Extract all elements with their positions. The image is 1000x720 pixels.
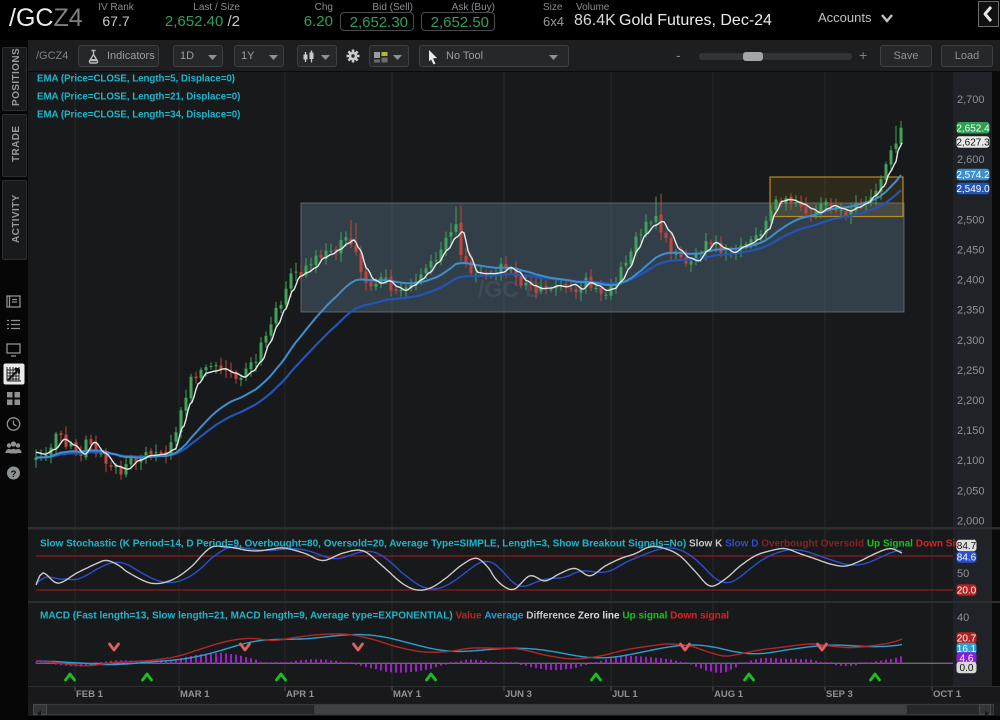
svg-text:2,652.4: 2,652.4 bbox=[956, 123, 990, 134]
svg-text:SEP 3: SEP 3 bbox=[826, 689, 853, 700]
svg-text:MAR 1: MAR 1 bbox=[180, 689, 210, 700]
svg-text:?: ? bbox=[11, 469, 17, 480]
svg-text:2,150: 2,150 bbox=[957, 425, 985, 437]
svg-text:2,050: 2,050 bbox=[957, 485, 985, 497]
svg-text:2,700: 2,700 bbox=[957, 94, 985, 106]
svg-text:2,250: 2,250 bbox=[957, 365, 985, 377]
svg-text:MACD (Fast length=13, Slow len: MACD (Fast length=13, Slow length=21, MA… bbox=[40, 611, 729, 622]
svg-text:2,000: 2,000 bbox=[957, 515, 985, 527]
svg-text:20.0: 20.0 bbox=[957, 586, 977, 597]
svg-text:2,600: 2,600 bbox=[957, 154, 985, 166]
svg-text:2,549.0: 2,549.0 bbox=[956, 184, 990, 195]
svg-text:EMA (Price=CLOSE, Length=5, Di: EMA (Price=CLOSE, Length=5, Displace=0) bbox=[37, 74, 235, 85]
svg-text:Slow Stochastic (K Period=14,: Slow Stochastic (K Period=14, D Period=9… bbox=[40, 539, 976, 550]
svg-text:APR 1: APR 1 bbox=[286, 689, 315, 700]
svg-text:2,500: 2,500 bbox=[957, 214, 985, 226]
svg-text:0.0: 0.0 bbox=[960, 663, 974, 674]
svg-text:2,450: 2,450 bbox=[957, 245, 985, 257]
svg-text:2,200: 2,200 bbox=[957, 395, 985, 407]
svg-text:ACTIVITY: ACTIVITY bbox=[11, 194, 22, 243]
svg-text:2,574.2: 2,574.2 bbox=[956, 170, 990, 181]
svg-text:2,627.3: 2,627.3 bbox=[956, 138, 990, 149]
svg-text:AUG 1: AUG 1 bbox=[714, 689, 744, 700]
svg-text:84.6: 84.6 bbox=[957, 553, 977, 564]
svg-text:EMA (Price=CLOSE, Length=34, D: EMA (Price=CLOSE, Length=34, Displace=0) bbox=[37, 110, 240, 121]
svg-text:FEB 1: FEB 1 bbox=[76, 689, 104, 700]
svg-text:JUN 3: JUN 3 bbox=[505, 689, 532, 700]
svg-text:84.7: 84.7 bbox=[957, 541, 977, 552]
svg-text:50: 50 bbox=[957, 568, 969, 580]
svg-text:/GC D: /GC D bbox=[478, 276, 542, 302]
svg-text:JUL 1: JUL 1 bbox=[612, 689, 638, 700]
svg-text:2,100: 2,100 bbox=[957, 455, 985, 467]
svg-text:2,400: 2,400 bbox=[957, 275, 985, 287]
svg-text:MAY 1: MAY 1 bbox=[393, 689, 422, 700]
svg-text:EMA (Price=CLOSE, Length=21, D: EMA (Price=CLOSE, Length=21, Displace=0) bbox=[37, 92, 240, 103]
svg-text:TRADE: TRADE bbox=[11, 126, 22, 162]
svg-text:OCT 1: OCT 1 bbox=[933, 689, 962, 700]
svg-text:POSITIONS: POSITIONS bbox=[11, 48, 22, 106]
svg-text:2,300: 2,300 bbox=[957, 335, 985, 347]
svg-text:2,350: 2,350 bbox=[957, 305, 985, 317]
svg-text:40: 40 bbox=[957, 612, 969, 624]
